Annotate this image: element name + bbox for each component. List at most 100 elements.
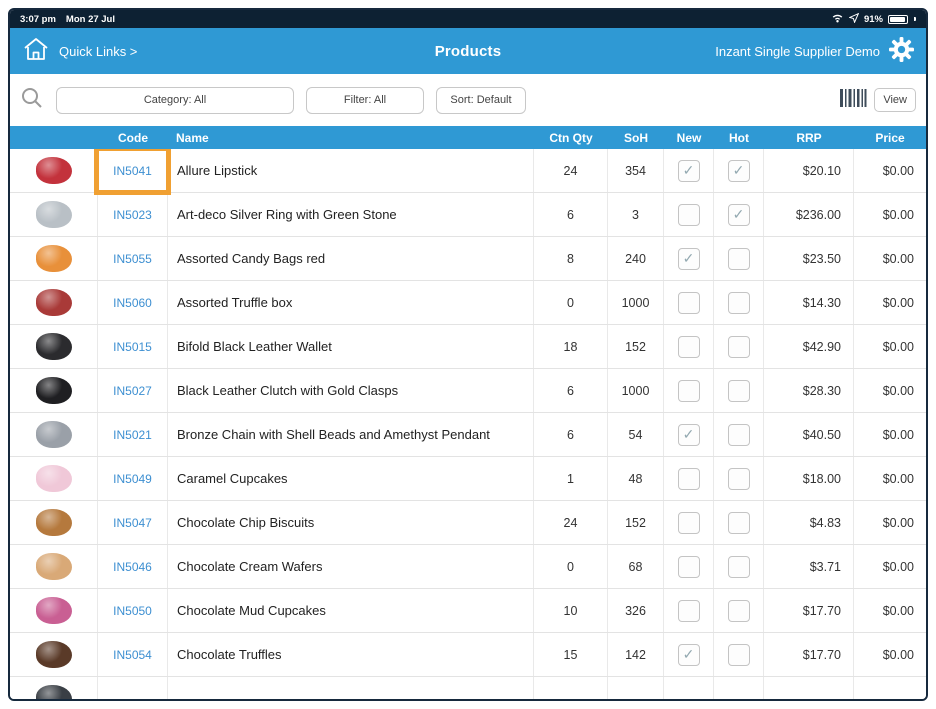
product-name: Allure Lipstick	[168, 149, 534, 192]
soh-value: 54	[608, 413, 664, 456]
truffles-image	[35, 641, 72, 668]
product-code-cell: IN5023	[98, 193, 168, 236]
column-header-price: Price	[875, 130, 905, 145]
product-image-cell	[10, 457, 98, 500]
hot-checkbox[interactable]	[727, 247, 750, 270]
table-row[interactable]: IN5055 Assorted Candy Bags red 8 240 ✓ $23.50…	[10, 237, 926, 281]
ctn-qty-value: 6	[534, 413, 608, 456]
hot-checkbox[interactable]	[727, 643, 750, 666]
new-cell: ✓	[664, 237, 714, 280]
hot-checkbox[interactable]	[727, 599, 750, 622]
filter-dropdown[interactable]: Filter: All	[306, 86, 424, 114]
table-row[interactable]: IN5047 Chocolate Chip Biscuits 24 152 $4.83 $…	[10, 501, 926, 545]
product-name: Assorted Candy Bags red	[168, 237, 534, 280]
product-code-link[interactable]: IN5015	[113, 340, 152, 354]
product-code-link[interactable]: IN5060	[113, 296, 152, 310]
new-checkbox[interactable]: ✓	[677, 423, 700, 446]
category-dropdown[interactable]: Category: All	[56, 86, 294, 114]
table-row[interactable]: IN5054 Chocolate Truffles 15 142 ✓ $17.70 $0.0…	[10, 633, 926, 677]
hot-checkbox[interactable]: ✓	[727, 203, 750, 226]
new-cell: ✓	[664, 633, 714, 676]
product-code-link[interactable]: IN5041	[113, 164, 152, 178]
product-image-cell	[10, 325, 98, 368]
barcode-scan-icon[interactable]	[839, 88, 867, 113]
new-checkbox[interactable]	[677, 467, 700, 490]
home-icon[interactable]	[22, 36, 50, 67]
empty-cell	[854, 677, 926, 699]
new-checkbox[interactable]: ✓	[677, 247, 700, 270]
table-row[interactable]	[10, 677, 926, 699]
product-code-link[interactable]: IN5050	[113, 604, 152, 618]
hot-cell	[714, 237, 764, 280]
product-code-link[interactable]: IN5049	[113, 472, 152, 486]
hot-checkbox[interactable]	[727, 291, 750, 314]
app-header: Quick Links > Products Inzant Single Sup…	[10, 28, 926, 74]
product-name: Assorted Truffle box	[168, 281, 534, 324]
wifi-icon	[831, 13, 844, 26]
new-checkbox[interactable]	[677, 203, 700, 226]
view-button[interactable]: View	[874, 88, 916, 112]
product-code-link[interactable]: IN5023	[113, 208, 152, 222]
table-row[interactable]: IN5049 Caramel Cupcakes 1 48 $18.00 $0.00	[10, 457, 926, 501]
product-code-link[interactable]: IN5054	[113, 648, 152, 662]
hot-checkbox[interactable]	[727, 423, 750, 446]
ctn-qty-value: 0	[534, 545, 608, 588]
black-clutch-image	[35, 377, 72, 404]
new-checkbox[interactable]: ✓	[677, 159, 700, 182]
product-code-link[interactable]: IN5027	[113, 384, 152, 398]
hot-cell	[714, 633, 764, 676]
table-row[interactable]: IN5060 Assorted Truffle box 0 1000 $14.30 $0.…	[10, 281, 926, 325]
new-cell	[664, 193, 714, 236]
product-code-cell: IN5041	[94, 149, 171, 195]
table-row[interactable]: IN5041 Allure Lipstick 24 354 ✓ ✓ $20.10 $0.00	[10, 149, 926, 195]
new-checkbox[interactable]	[677, 291, 700, 314]
hot-checkbox[interactable]	[727, 511, 750, 534]
product-image-cell	[10, 193, 98, 236]
hot-checkbox[interactable]	[727, 335, 750, 358]
product-image-cell	[10, 589, 98, 632]
rrp-value: $3.71	[764, 545, 854, 588]
hot-checkbox[interactable]: ✓	[727, 159, 750, 182]
product-code-link[interactable]: IN5046	[113, 560, 152, 574]
hot-checkbox[interactable]	[727, 555, 750, 578]
quick-links-button[interactable]: Quick Links >	[59, 44, 137, 59]
filter-toolbar: Category: All Filter: All Sort: Default	[10, 74, 926, 126]
candy-bags-image	[35, 245, 72, 272]
ctn-qty-value: 6	[534, 193, 608, 236]
new-cell	[664, 369, 714, 412]
settings-gear-icon[interactable]	[889, 37, 914, 65]
hot-cell	[714, 413, 764, 456]
table-row[interactable]: IN5023 Art-deco Silver Ring with Green St…	[10, 193, 926, 237]
mud-cupcake-image	[35, 597, 72, 624]
new-checkbox[interactable]	[677, 555, 700, 578]
product-image-cell	[10, 369, 98, 412]
empty-cell	[764, 677, 854, 699]
new-checkbox[interactable]	[677, 335, 700, 358]
caramel-cupcake-image	[35, 465, 72, 492]
price-value: $0.00	[882, 383, 914, 398]
rrp-value: $28.30	[764, 369, 854, 412]
ctn-qty-value: 6	[534, 369, 608, 412]
hot-cell	[714, 501, 764, 544]
hot-checkbox[interactable]	[727, 467, 750, 490]
table-row[interactable]: IN5027 Black Leather Clutch with Gold Cla…	[10, 369, 926, 413]
table-row[interactable]: IN5050 Chocolate Mud Cupcakes 10 326 $17.70 $…	[10, 589, 926, 633]
sort-dropdown[interactable]: Sort: Default	[436, 86, 526, 114]
new-checkbox[interactable]: ✓	[677, 643, 700, 666]
empty-cell	[168, 677, 534, 699]
product-code-link[interactable]: IN5047	[113, 516, 152, 530]
table-row[interactable]: IN5015 Bifold Black Leather Wallet 18 152 $4…	[10, 325, 926, 369]
search-icon[interactable]	[20, 86, 44, 115]
product-code-link[interactable]: IN5021	[113, 428, 152, 442]
table-row[interactable]: IN5046 Chocolate Cream Wafers 0 68 $3.71 $0.0…	[10, 545, 926, 589]
new-checkbox[interactable]	[677, 599, 700, 622]
hot-checkbox[interactable]	[727, 379, 750, 402]
new-checkbox[interactable]	[677, 379, 700, 402]
new-checkbox[interactable]	[677, 511, 700, 534]
empty-cell	[714, 677, 764, 699]
truffle-box-image	[35, 289, 72, 316]
hot-cell: ✓	[714, 193, 764, 236]
price-value: $0.00	[882, 207, 914, 222]
table-row[interactable]: IN5021 Bronze Chain with Shell Beads and …	[10, 413, 926, 457]
product-code-link[interactable]: IN5055	[113, 252, 152, 266]
